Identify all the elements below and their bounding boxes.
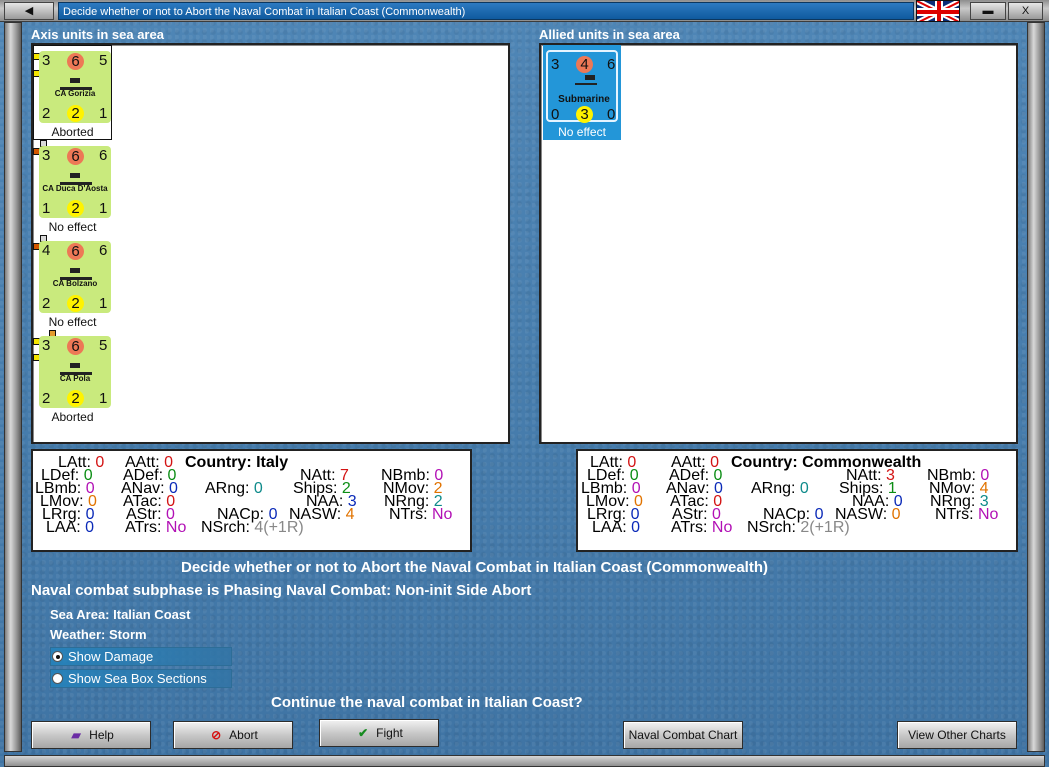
view-other-charts-button[interactable]: View Other Charts — [897, 721, 1017, 749]
axis-unit-counter[interactable]: 3 6 6 CA Duca D'Aosta 1 2 1 — [39, 146, 111, 218]
minimize-button[interactable]: ▬ — [970, 2, 1006, 20]
right-window-frame — [1027, 22, 1045, 752]
combat-subphase: Naval combat subphase is Phasing Naval C… — [31, 582, 532, 599]
fight-button[interactable]: ✔ Fight — [319, 719, 439, 747]
unit-right-value: 5 — [99, 337, 108, 354]
stat-laa: LAA: 0 — [46, 519, 95, 536]
show-damage-option[interactable]: Show Damage — [50, 647, 232, 666]
window-title: Decide whether or not to Abort the Naval… — [58, 2, 914, 20]
stat-atrs: ATrs: No — [125, 519, 187, 536]
sea-area: Sea Area: Italian Coast — [50, 607, 191, 622]
bottom-window-frame — [4, 755, 1045, 767]
book-icon: ▰ — [71, 728, 81, 742]
unit-center-value: 6 — [67, 148, 84, 165]
naval-combat-chart-button[interactable]: Naval Combat Chart — [623, 721, 743, 749]
unit-bottom-right-value: 1 — [99, 105, 108, 122]
unit-name: CA Bolzano — [52, 279, 98, 288]
checkmark-icon: ✔ — [358, 726, 369, 740]
unit-name: Submarine — [558, 94, 610, 105]
unit-bottom-left-value: 0 — [551, 106, 560, 123]
axis-unit-counter[interactable]: 3 6 5 CA Pola 2 2 1 — [39, 336, 111, 408]
stat-ntrs: NTrs: No — [935, 506, 999, 523]
stat-ntrs: NTrs: No — [389, 506, 453, 523]
show-damage-label: Show Damage — [68, 649, 154, 664]
unit-bottom-center-value: 2 — [67, 200, 84, 217]
unit-right-value: 6 — [99, 147, 108, 164]
unit-bottom-center-value: 2 — [67, 105, 84, 122]
show-sea-box-option[interactable]: Show Sea Box Sections — [50, 669, 232, 688]
axis-unit-counter[interactable]: 4 6 6 CA Bolzano 2 2 1 — [39, 241, 111, 313]
unit-name: CA Gorizia — [54, 89, 96, 98]
unit-left-value: 3 — [42, 52, 51, 69]
stat-nasw: NASW: 4 — [289, 506, 355, 523]
show-damage-radio[interactable] — [52, 651, 63, 662]
allied-units-heading: Allied units in sea area — [539, 27, 680, 42]
unit-bottom-center-value: 2 — [67, 295, 84, 312]
unit-bottom-left-value: 2 — [42, 295, 51, 312]
continue-question: Continue the naval combat in Italian Coa… — [271, 694, 583, 711]
show-sea-box-label: Show Sea Box Sections — [68, 671, 207, 686]
stop-icon: ⊘ — [211, 728, 222, 742]
unit-bottom-right-value: 1 — [99, 295, 108, 312]
unit-name: CA Pola — [59, 374, 91, 383]
united-kingdom-flag-icon — [916, 0, 960, 22]
stat-nasw: NASW: 0 — [835, 506, 901, 523]
unit-right-value: 6 — [607, 56, 616, 73]
help-button[interactable]: ▰ Help — [31, 721, 151, 749]
window-left-button[interactable]: ◀ — [4, 2, 54, 20]
unit-right-value: 5 — [99, 52, 108, 69]
unit-left-value: 3 — [551, 56, 560, 73]
submarine-icon — [575, 75, 597, 85]
weather: Weather: Storm — [50, 627, 147, 642]
unit-bottom-right-value: 1 — [99, 200, 108, 217]
unit-bottom-center-value: 2 — [67, 390, 84, 407]
unit-status: No effect — [48, 220, 97, 234]
decision-heading: Decide whether or not to Abort the Naval… — [181, 559, 768, 576]
unit-left-value: 4 — [42, 242, 51, 259]
stat-arng: ARng: 0 — [751, 480, 809, 497]
stat-country: Country: Italy — [185, 454, 289, 471]
unit-left-value: 3 — [42, 337, 51, 354]
unit-bottom-left-value: 2 — [42, 105, 51, 122]
close-button[interactable]: X — [1008, 2, 1043, 20]
unit-name: CA Duca D'Aosta — [42, 184, 108, 193]
unit-bottom-left-value: 1 — [42, 200, 51, 217]
unit-bottom-right-value: 1 — [99, 390, 108, 407]
unit-status: Aborted — [51, 125, 94, 139]
unit-center-value: 6 — [67, 338, 84, 355]
unit-bottom-center-value: 3 — [576, 106, 593, 123]
unit-status: No effect — [558, 125, 606, 139]
unit-status: Aborted — [51, 410, 94, 424]
stat-atrs: ATrs: No — [671, 519, 733, 536]
unit-left-value: 3 — [42, 147, 51, 164]
unit-center-value: 4 — [576, 56, 593, 73]
unit-center-value: 6 — [67, 243, 84, 260]
unit-center-value: 6 — [67, 53, 84, 70]
stat-arng: ARng: 0 — [205, 480, 263, 497]
stat-laa: LAA: 0 — [592, 519, 641, 536]
allied-unit-counter[interactable]: 3 4 6 Submarine 0 3 0 — [546, 50, 618, 123]
unit-bottom-right-value: 0 — [607, 106, 616, 123]
unit-bottom-left-value: 2 — [42, 390, 51, 407]
unit-status: No effect — [48, 315, 97, 329]
abort-button[interactable]: ⊘ Abort — [173, 721, 293, 749]
unit-right-value: 6 — [99, 242, 108, 259]
axis-units-heading: Axis units in sea area — [31, 27, 164, 42]
show-sea-box-radio[interactable] — [52, 673, 63, 684]
axis-unit-counter[interactable]: 3 6 5 CA Gorizia 2 2 1 — [39, 51, 111, 123]
left-window-frame — [4, 22, 22, 752]
